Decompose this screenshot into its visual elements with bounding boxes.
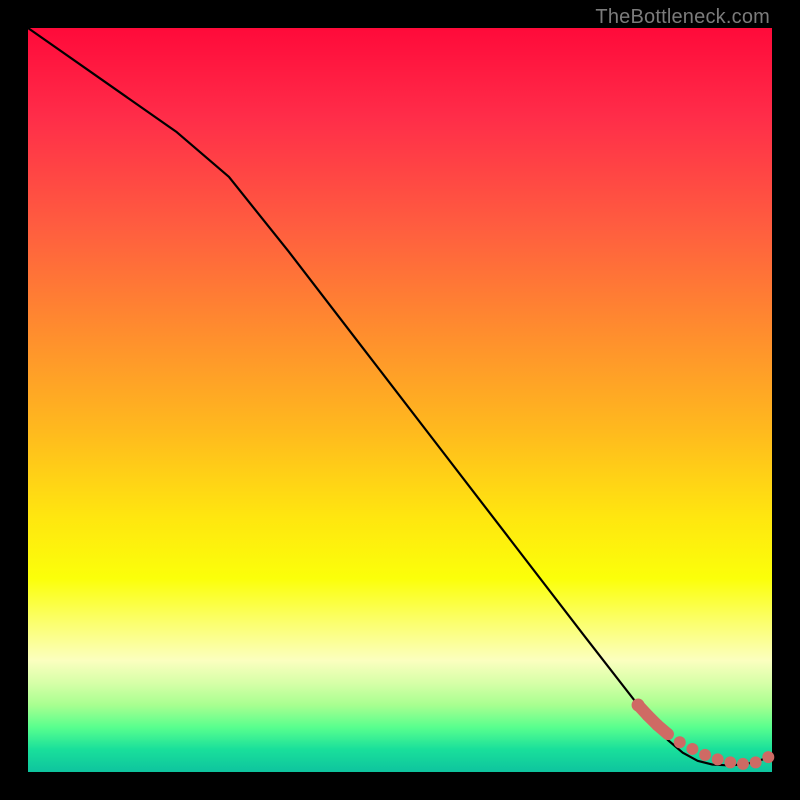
chart-marker <box>662 728 674 740</box>
watermark-label: TheBottleneck.com <box>595 6 770 29</box>
chart-marker <box>642 709 654 721</box>
chart-marker <box>737 758 749 770</box>
chart-marker <box>712 753 724 765</box>
chart-stage: TheBottleneck.com <box>0 0 800 800</box>
chart-marker <box>686 743 698 755</box>
chart-marker <box>651 719 663 731</box>
chart-marker <box>674 736 686 748</box>
chart-marker <box>724 756 736 768</box>
chart-curve <box>28 28 772 765</box>
chart-marker <box>762 751 774 763</box>
chart-marker <box>632 699 645 712</box>
chart-marker <box>750 756 762 768</box>
chart-overlay-svg <box>28 28 772 772</box>
chart-marker <box>699 749 711 761</box>
